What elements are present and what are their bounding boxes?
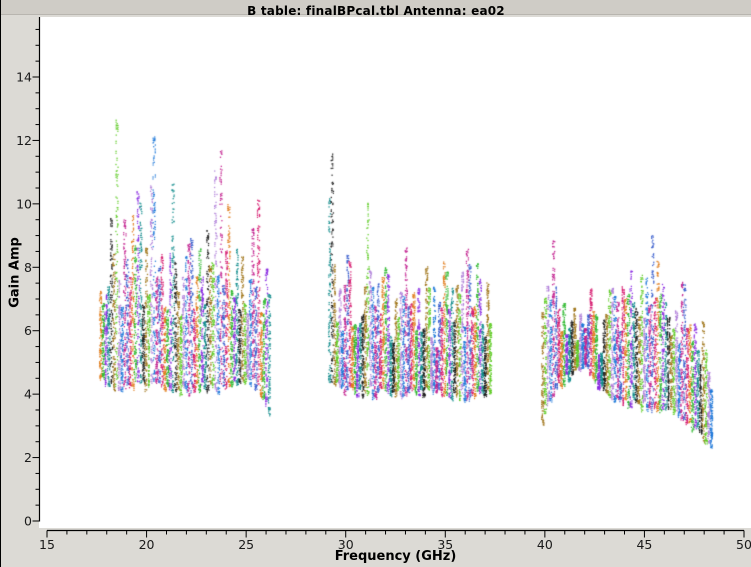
y-tick-label: 8 — [24, 260, 32, 275]
plot-title-bar: B table: finalBPcal.tbl Antenna: ea02 — [1, 0, 751, 15]
y-tick-label: 2 — [24, 450, 32, 465]
y-tick-label: 4 — [24, 387, 32, 402]
plot-title: B table: finalBPcal.tbl Antenna: ea02 — [247, 4, 505, 18]
y-tick-label: 14 — [16, 70, 32, 85]
y-tick-label: 0 — [24, 514, 32, 529]
gain-amp-scatter-points[interactable] — [39, 17, 751, 528]
x-axis-title: Frequency (GHz) — [40, 549, 751, 564]
y-axis-title: Gain Amp — [8, 233, 23, 313]
y-tick-label: 6 — [24, 323, 32, 338]
plotcal-window: B table: finalBPcal.tbl Antenna: ea02 15… — [0, 0, 751, 567]
y-tick-label: 10 — [16, 196, 32, 211]
y-tick-label: 12 — [16, 133, 32, 148]
